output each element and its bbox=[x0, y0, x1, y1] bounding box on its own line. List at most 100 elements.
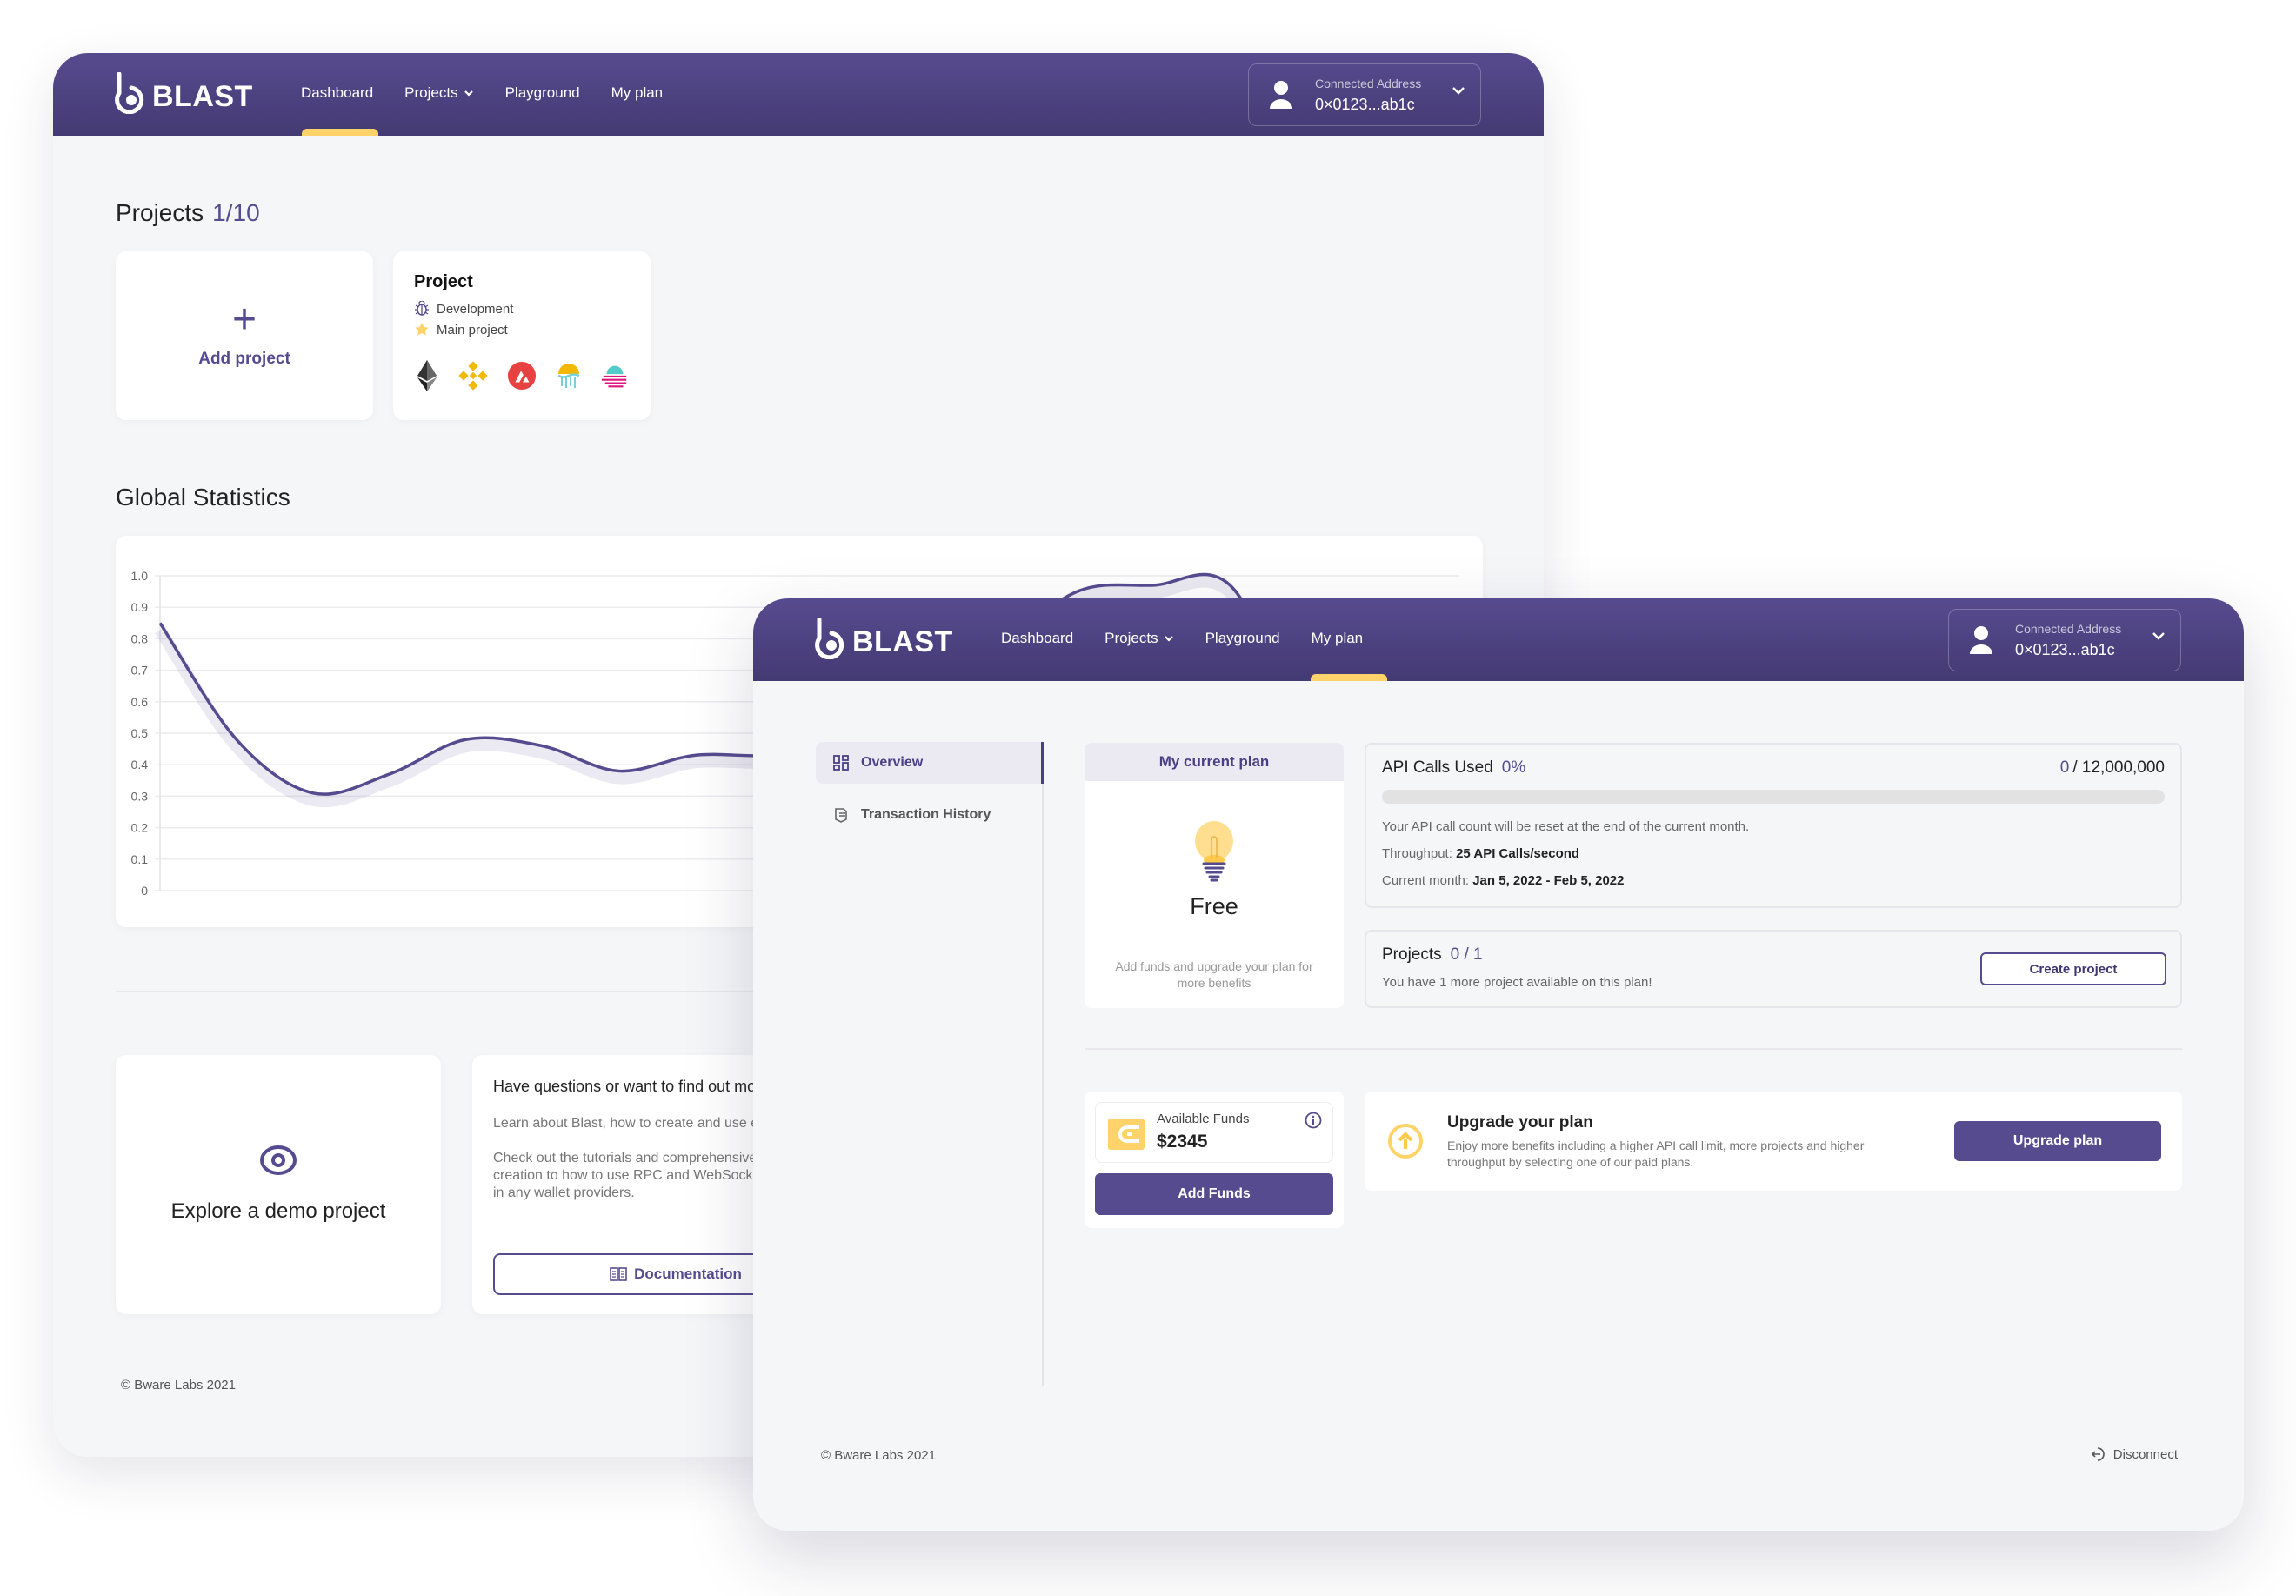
explore-demo-card[interactable]: Explore a demo project bbox=[116, 1055, 441, 1314]
y-tick-label: 0.7 bbox=[131, 664, 149, 678]
nav-label: Playground bbox=[1205, 630, 1280, 646]
y-tick-label: 0.1 bbox=[131, 852, 149, 866]
available-funds: Available Funds $2345 bbox=[1095, 1102, 1333, 1163]
throughput-value: 25 API Calls/second bbox=[1456, 846, 1580, 861]
active-nav-indicator bbox=[1311, 674, 1387, 681]
blast-logo-icon bbox=[115, 72, 144, 114]
throughput-label: Throughput: bbox=[1382, 846, 1452, 861]
api-used: 0 bbox=[2059, 758, 2070, 777]
top-navbar: BLAST Dashboard Projects Playground My p… bbox=[753, 598, 2244, 681]
y-tick-label: 0.5 bbox=[131, 726, 149, 740]
nav-my-plan[interactable]: My plan bbox=[611, 84, 664, 102]
projects-title: Projects bbox=[116, 199, 204, 226]
wallet-icon bbox=[1108, 1119, 1145, 1150]
active-nav-indicator bbox=[302, 129, 378, 136]
nav-dashboard[interactable]: Dashboard bbox=[1001, 630, 1073, 647]
copyright: © Bware Labs 2021 bbox=[821, 1448, 936, 1463]
nav-projects[interactable]: Projects bbox=[1105, 630, 1173, 647]
api-limit: / 12,000,000 bbox=[2072, 758, 2165, 777]
api-usage-progress bbox=[1382, 790, 2165, 804]
funds-card: Available Funds $2345 Add Funds bbox=[1085, 1092, 1344, 1228]
blast-logo[interactable]: BLAST bbox=[814, 618, 953, 659]
account-label: Connected Address bbox=[2015, 621, 2122, 636]
projects-heading: Projects 1/10 bbox=[116, 199, 260, 227]
project-card[interactable]: Project Development Main project bbox=[393, 251, 651, 420]
environment-label: Development bbox=[437, 301, 514, 317]
account-dropdown[interactable]: Connected Address 0×0123...ab1c bbox=[1248, 63, 1481, 126]
disconnect-button[interactable]: Disconnect bbox=[2091, 1446, 2178, 1462]
upgrade-plan-card: Upgrade your plan Enjoy more benefits in… bbox=[1365, 1092, 2182, 1191]
plan-sidebar: Overview Transaction History bbox=[816, 742, 1044, 836]
projects-count: 1/10 bbox=[212, 199, 260, 226]
plan-projects-card: Projects 0 / 1 You have 1 more project av… bbox=[1365, 930, 2182, 1008]
add-project-label: Add project bbox=[198, 350, 290, 368]
nav-label: Projects bbox=[1105, 630, 1158, 646]
nav-projects[interactable]: Projects bbox=[404, 84, 473, 102]
nav-label: Dashboard bbox=[301, 84, 374, 101]
nav-dashboard[interactable]: Dashboard bbox=[301, 84, 373, 102]
add-project-card[interactable]: + Add project bbox=[116, 251, 373, 420]
arrow-up-circle-icon bbox=[1388, 1124, 1423, 1159]
account-dropdown[interactable]: Connected Address 0×0123...ab1c bbox=[1948, 609, 2181, 671]
account-label: Connected Address bbox=[1315, 76, 1422, 90]
chevron-down-icon bbox=[1164, 636, 1173, 642]
jellyfish-icon bbox=[556, 360, 581, 391]
section-divider bbox=[1085, 1048, 2182, 1050]
my-plan-window: BLAST Dashboard Projects Playground My p… bbox=[753, 598, 2244, 1531]
info-icon[interactable] bbox=[1305, 1112, 1322, 1129]
sidebar-item-overview[interactable]: Overview bbox=[816, 742, 1044, 784]
brand-name: BLAST bbox=[152, 79, 253, 113]
chevron-down-icon bbox=[464, 90, 473, 97]
sidebar-divider bbox=[1042, 742, 1044, 1386]
documentation-label: Documentation bbox=[634, 1265, 742, 1282]
current-plan-header: My current plan bbox=[1085, 743, 1344, 781]
y-tick-label: 0.3 bbox=[131, 789, 149, 803]
projects-title-text: Projects bbox=[1382, 945, 1442, 964]
api-reset-note: Your API call count will be reset at the… bbox=[1382, 819, 1750, 834]
upgrade-title: Upgrade your plan bbox=[1447, 1113, 1593, 1132]
plus-icon: + bbox=[231, 297, 257, 343]
nav-my-plan[interactable]: My plan bbox=[1312, 630, 1364, 647]
explore-demo-label: Explore a demo project bbox=[170, 1199, 386, 1223]
upgrade-plan-button[interactable]: Upgrade plan bbox=[1954, 1121, 2161, 1161]
sidebar-item-transaction-history[interactable]: Transaction History bbox=[816, 794, 1044, 836]
chain-list bbox=[414, 360, 630, 391]
current-month-value: Jan 5, 2022 - Feb 5, 2022 bbox=[1472, 873, 1625, 888]
nav-label: My plan bbox=[611, 84, 664, 101]
project-environment: Development bbox=[414, 301, 630, 317]
sidebar-label: Overview bbox=[861, 755, 924, 770]
top-navbar: BLAST Dashboard Projects Playground My p… bbox=[53, 53, 1544, 136]
receipt-icon bbox=[835, 808, 847, 823]
brand-name: BLAST bbox=[852, 624, 953, 658]
sidebar-label: Transaction History bbox=[861, 807, 991, 822]
project-name: Project bbox=[414, 272, 473, 291]
moonriver-icon bbox=[600, 360, 630, 391]
api-usage-card: API Calls Used 0% 0/ 12,000,000 Your API … bbox=[1365, 743, 2182, 908]
current-month-row: Current month: Jan 5, 2022 - Feb 5, 2022 bbox=[1382, 873, 2165, 888]
y-tick-label: 0.2 bbox=[131, 821, 149, 835]
chevron-down-icon bbox=[2152, 632, 2165, 640]
add-funds-button[interactable]: Add Funds bbox=[1095, 1173, 1333, 1215]
nav-label: My plan bbox=[1311, 630, 1364, 646]
nav-playground[interactable]: Playground bbox=[505, 84, 580, 102]
create-project-button[interactable]: Create project bbox=[1980, 952, 2166, 985]
copyright: © Bware Labs 2021 bbox=[121, 1378, 236, 1392]
star-icon bbox=[415, 323, 429, 336]
throughput-row: Throughput: 25 API Calls/second bbox=[1382, 846, 2165, 861]
blast-logo[interactable]: BLAST bbox=[114, 72, 253, 114]
y-tick-label: 0.9 bbox=[131, 600, 149, 614]
nav-label: Projects bbox=[404, 84, 458, 101]
avalanche-icon bbox=[507, 360, 537, 391]
current-month-label: Current month: bbox=[1382, 873, 1470, 888]
logout-icon bbox=[2091, 1447, 2105, 1461]
y-tick-label: 0.4 bbox=[131, 758, 149, 771]
eye-icon bbox=[260, 1145, 297, 1175]
tag-label: Main project bbox=[437, 322, 508, 337]
grid-icon bbox=[833, 755, 849, 771]
y-tick-label: 0 bbox=[141, 884, 148, 898]
api-percent: 0% bbox=[1501, 758, 1526, 777]
account-address: 0×0123...ab1c bbox=[2015, 640, 2115, 658]
main-nav: Dashboard Projects Playground My plan bbox=[301, 84, 663, 102]
plan-name: Free bbox=[1190, 893, 1238, 919]
nav-playground[interactable]: Playground bbox=[1205, 630, 1280, 647]
